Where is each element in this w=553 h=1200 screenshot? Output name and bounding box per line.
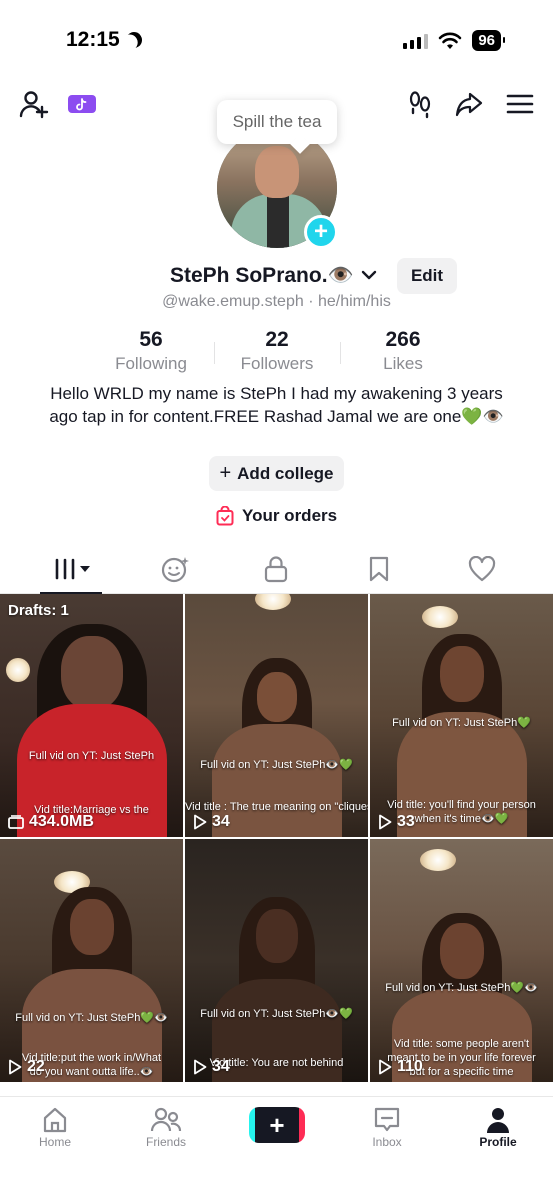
videos-grid-icon [55, 558, 90, 580]
ai-face-icon [161, 557, 189, 583]
stat-likes[interactable]: 266 Likes [340, 328, 466, 378]
drafts-folder-icon [8, 815, 24, 829]
tab-favorites[interactable] [361, 554, 397, 584]
nav-friends-label: Friends [145, 1135, 186, 1149]
share-icon[interactable] [451, 86, 487, 122]
video-caption: Full vid on YT: Just StePh👁️💚 [200, 1008, 353, 1020]
video-caption: Full vid on YT: Just StePh👁️💚 [200, 759, 353, 771]
draft-size-text: 434.0MB [29, 813, 94, 830]
clock-text: 12:15 [66, 28, 120, 51]
add-college-label: Add college [237, 463, 334, 483]
plus-icon: + [219, 462, 232, 484]
tab-private[interactable] [258, 554, 294, 584]
video-thumbnail[interactable]: Full vid on YT: Just StePh👁️💚 Vid title … [185, 594, 368, 837]
stat-followers[interactable]: 22 Followers [214, 328, 340, 378]
your-orders-link[interactable]: Your orders [216, 506, 337, 526]
stat-label: Following [115, 354, 187, 373]
create-button[interactable]: + [249, 1107, 305, 1143]
video-caption: Full vid on YT: Just StePh [28, 750, 155, 762]
battery-indicator: 96 [472, 30, 505, 51]
profile-name: StePh SoPrano.👁️ [170, 264, 354, 287]
drafts-label: Drafts: 1 [8, 602, 69, 619]
nav-profile[interactable]: Profile [458, 1105, 538, 1149]
stat-label: Likes [383, 354, 423, 373]
inbox-icon [374, 1107, 400, 1132]
stat-value: 22 [265, 328, 289, 351]
play-icon [379, 814, 392, 830]
status-bar: 12:15 96 [0, 0, 553, 80]
footprints-icon[interactable] [402, 86, 438, 122]
heart-icon [468, 556, 496, 582]
view-count-text: 33 [397, 813, 415, 830]
nav-inbox-label: Inbox [372, 1135, 402, 1149]
cellular-signal-icon [403, 33, 429, 49]
video-caption: Full vid on YT: Just StePh💚👁️ [15, 1012, 168, 1024]
add-friend-icon[interactable] [16, 86, 52, 122]
spill-the-tea-tooltip[interactable]: Spill the tea [217, 100, 337, 144]
stat-following[interactable]: 56 Following [88, 328, 214, 378]
friends-icon [150, 1107, 182, 1132]
status-icons: 96 [403, 30, 505, 51]
stat-label: Followers [240, 354, 314, 373]
add-college-button[interactable]: + Add college [209, 456, 344, 491]
video-caption: Full vid on YT: Just StePh💚👁️ [385, 982, 538, 994]
profile-icon [487, 1108, 509, 1133]
nav-profile-label: Profile [479, 1135, 517, 1149]
add-avatar-plus-icon[interactable]: + [304, 215, 338, 249]
content-tabs [0, 546, 553, 594]
view-count: 22 [8, 1058, 45, 1076]
create-icon: + [255, 1107, 299, 1143]
view-count-text: 34 [212, 1058, 230, 1075]
do-not-disturb-icon [123, 29, 145, 51]
video-thumbnail[interactable]: Full vid on YT: Just StePh💚 Vid title: y… [370, 594, 553, 837]
shopping-bag-icon [216, 506, 234, 526]
view-count-text: 110 [397, 1058, 423, 1075]
nav-inbox[interactable]: Inbox [347, 1105, 427, 1149]
video-thumbnail[interactable]: Full vid on YT: Just StePh💚👁️ Vid title:… [370, 839, 553, 1082]
lock-icon [264, 556, 288, 583]
home-icon [43, 1107, 67, 1133]
play-icon [194, 814, 207, 830]
video-grid: Drafts: 1 Full vid on YT: Just StePh Vid… [0, 594, 553, 1094]
wifi-icon [439, 32, 462, 49]
tab-videos[interactable] [52, 554, 94, 584]
play-icon [379, 1059, 392, 1075]
tab-reposts[interactable] [157, 554, 193, 584]
view-count: 110 [378, 1058, 423, 1076]
nav-home-label: Home [38, 1135, 71, 1149]
name-row: StePh SoPrano.👁️ Edit [0, 258, 553, 294]
bookmark-icon [369, 556, 389, 582]
draft-size: 434.0MB [8, 813, 94, 831]
your-orders-label: Your orders [242, 506, 338, 525]
bottom-nav: Home Friends + Inbox Profile [0, 1096, 553, 1200]
view-count: 34 [193, 813, 230, 831]
tab-liked[interactable] [464, 554, 500, 584]
profile-bio[interactable]: Hello WRLD my name is StePh I had my awa… [40, 382, 513, 428]
video-thumbnail[interactable]: Full vid on YT: Just StePh💚👁️ Vid title:… [0, 839, 183, 1082]
chevron-down-icon[interactable] [360, 268, 378, 282]
play-icon [194, 1059, 207, 1075]
view-count: 34 [193, 1058, 230, 1076]
username-handle: @wake.emup.steph · he/him/his [162, 293, 391, 310]
status-time: 12:15 [66, 28, 142, 52]
video-caption: Full vid on YT: Just StePh💚 [392, 717, 531, 729]
profile-stats: 56 Following 22 Followers 266 Likes [88, 328, 468, 378]
stat-value: 266 [385, 328, 421, 351]
menu-icon[interactable] [502, 86, 538, 122]
video-title-caption: Vid title : The true meaning on "cliques… [185, 801, 368, 813]
nav-friends[interactable]: Friends [126, 1105, 206, 1149]
edit-profile-button[interactable]: Edit [397, 258, 457, 294]
video-thumbnail[interactable]: Full vid on YT: Just StePh👁️💚 Vid title:… [185, 839, 368, 1082]
view-count-text: 22 [27, 1058, 45, 1075]
view-count: 33 [378, 813, 415, 831]
stat-value: 56 [139, 328, 163, 351]
video-thumbnail-drafts[interactable]: Drafts: 1 Full vid on YT: Just StePh Vid… [0, 594, 183, 837]
play-icon [9, 1059, 22, 1075]
tiktok-coin-icon[interactable] [64, 86, 100, 122]
nav-home[interactable]: Home [15, 1105, 95, 1149]
view-count-text: 34 [212, 813, 230, 830]
